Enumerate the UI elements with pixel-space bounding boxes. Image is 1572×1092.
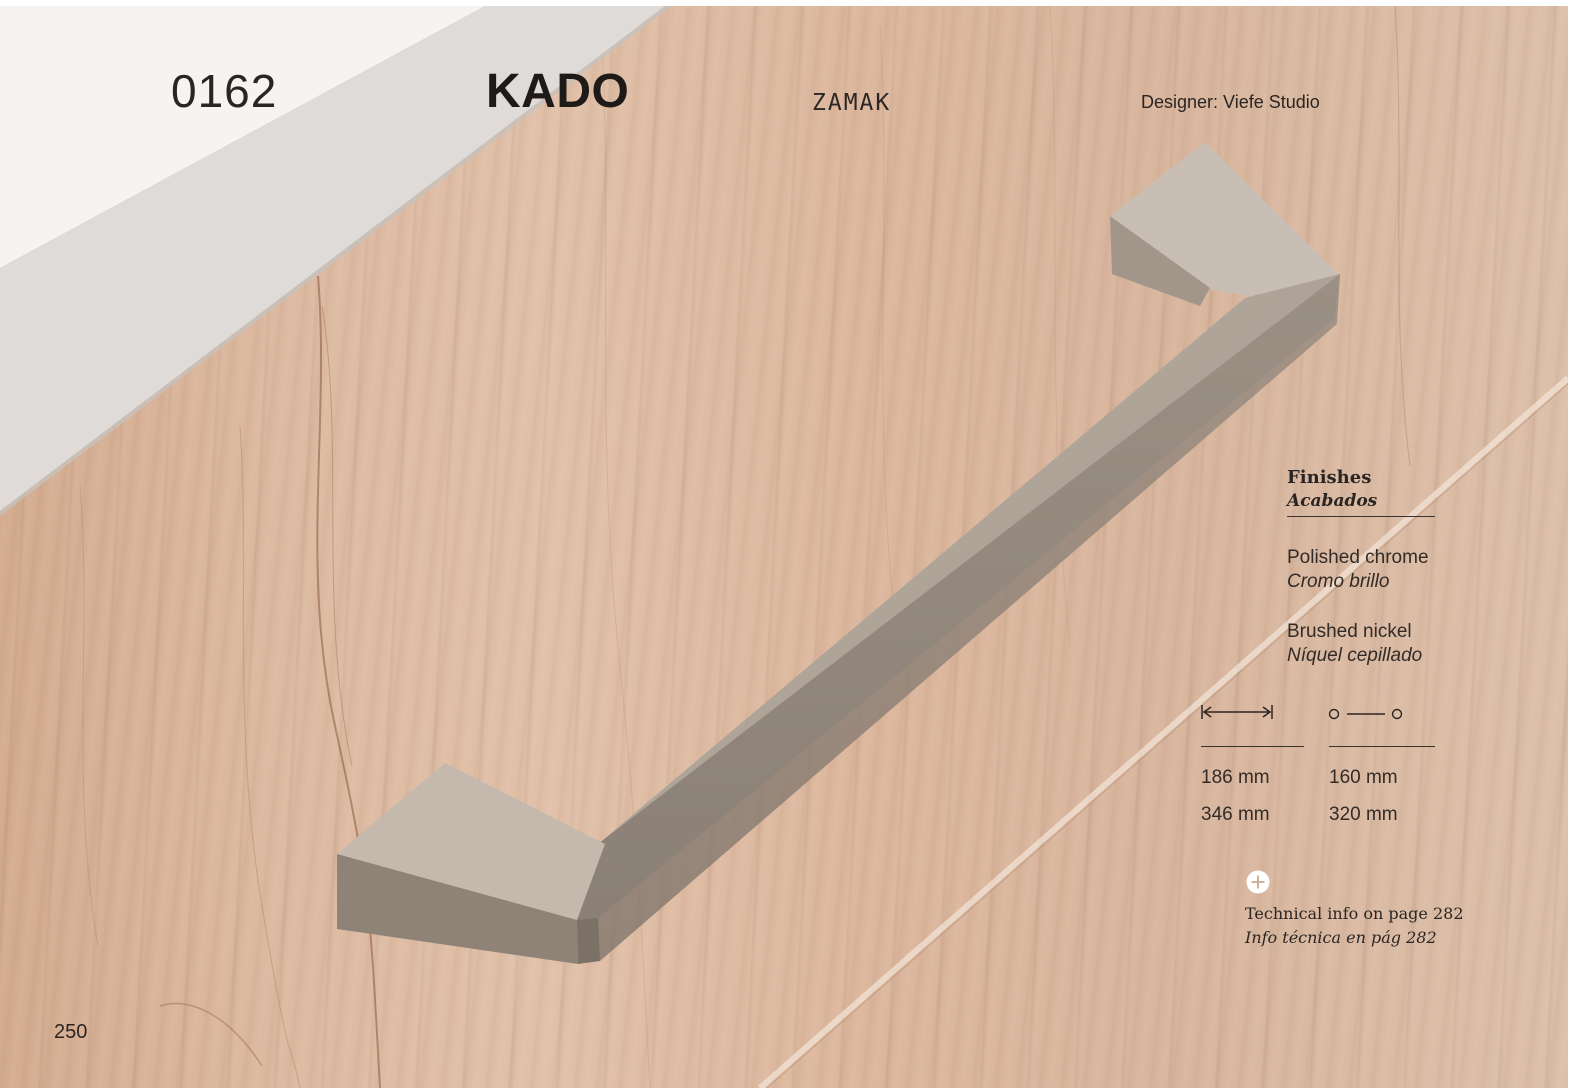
- spacing-value: 160 mm: [1329, 767, 1398, 788]
- length-divider: [1201, 746, 1304, 747]
- hole-spacing-icon: [1328, 708, 1403, 720]
- overall-length-icon: [1201, 705, 1273, 719]
- finish-name-es: Cromo brillo: [1287, 571, 1390, 592]
- finishes-divider: [1287, 516, 1435, 517]
- product-sku: 0162: [171, 65, 278, 117]
- spacing-divider: [1329, 746, 1435, 747]
- designer-credit: Designer: Viefe Studio: [1141, 92, 1320, 112]
- product-material: ZAMAK: [812, 90, 892, 116]
- finish-name-es: Níquel cepillado: [1287, 645, 1423, 666]
- length-value: 346 mm: [1201, 804, 1270, 825]
- technical-info-link: Technical info on page 282: [1245, 904, 1464, 923]
- finish-name-en: Brushed nickel: [1287, 621, 1412, 642]
- technical-info-link-es: Info técnica en pág 282: [1245, 928, 1437, 947]
- finish-name-en: Polished chrome: [1287, 547, 1429, 568]
- length-value: 186 mm: [1201, 767, 1270, 788]
- page-number: 250: [54, 1021, 88, 1043]
- product-name: KADO: [486, 65, 630, 118]
- plus-circle-icon: [1246, 870, 1270, 894]
- finishes-heading-es: Acabados: [1287, 491, 1378, 511]
- catalog-page: 0162 KADO ZAMAK Designer: Viefe Studio F…: [0, 6, 1568, 1088]
- spacing-value: 320 mm: [1329, 804, 1398, 825]
- finishes-heading: Finishes: [1287, 467, 1372, 488]
